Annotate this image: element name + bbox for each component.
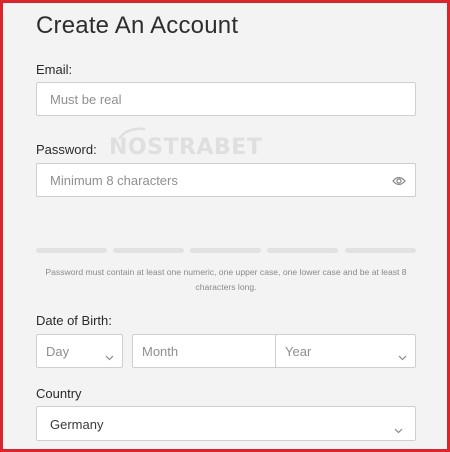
- eye-icon[interactable]: [392, 174, 406, 186]
- dob-month-select[interactable]: Month: [132, 334, 299, 368]
- country-label: Country: [36, 386, 82, 401]
- page-title: Create An Account: [36, 12, 239, 39]
- password-strength-meter: [36, 248, 416, 253]
- country-value: Germany: [50, 417, 104, 432]
- chevron-down-icon: [105, 348, 114, 361]
- dob-year-select[interactable]: Year: [275, 334, 416, 368]
- dob-month-value: Month: [142, 344, 179, 359]
- email-field[interactable]: Must be real: [36, 82, 416, 116]
- dob-day-select[interactable]: Day: [36, 334, 123, 368]
- chevron-down-icon: [398, 348, 407, 361]
- watermark-swoosh-icon: [117, 127, 146, 140]
- email-placeholder: Must be real: [50, 92, 122, 107]
- watermark-text: NOSTRABET: [109, 135, 263, 160]
- screenshot-frame: Create An Account Email: Must be real Pa…: [0, 0, 450, 452]
- password-label: Password:: [36, 142, 97, 157]
- password-placeholder: Minimum 8 characters: [50, 173, 178, 188]
- password-hint: Password must contain at least one numer…: [45, 267, 407, 292]
- dob-label: Date of Birth:: [36, 313, 112, 328]
- country-select[interactable]: Germany: [36, 406, 416, 441]
- strength-segment: [345, 248, 416, 253]
- strength-segment: [36, 248, 107, 253]
- dob-day-value: Day: [46, 344, 70, 359]
- chevron-down-icon: [394, 421, 403, 434]
- dob-year-value: Year: [285, 344, 312, 359]
- strength-segment: [190, 248, 261, 253]
- strength-segment: [267, 248, 338, 253]
- password-field[interactable]: Minimum 8 characters: [36, 163, 416, 197]
- email-label: Email:: [36, 62, 73, 77]
- strength-segment: [113, 248, 184, 253]
